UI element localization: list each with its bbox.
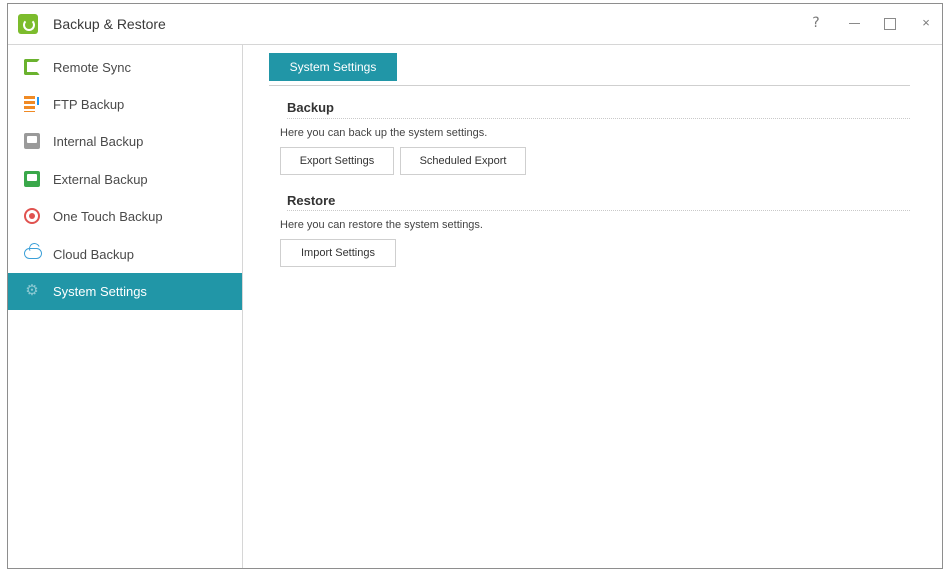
sidebar-item-ftp-backup[interactable]: FTP Backup [8, 86, 242, 123]
remote-sync-icon [24, 59, 40, 75]
sidebar-item-label: One Touch Backup [53, 209, 163, 224]
ftp-backup-icon [24, 96, 35, 112]
scheduled-export-button[interactable]: Scheduled Export [400, 147, 526, 175]
sidebar-item-label: External Backup [53, 172, 148, 187]
gear-icon: ⚙ [25, 282, 39, 299]
restore-section-title: Restore [287, 193, 336, 208]
sidebar-item-label: Remote Sync [53, 60, 132, 75]
backup-restore-app-icon [18, 14, 38, 34]
internal-backup-icon [24, 133, 40, 149]
sidebar: Remote Sync FTP Backup Internal Backup E… [8, 45, 243, 568]
sidebar-item-label: FTP Backup [53, 97, 125, 112]
window-title: Backup & Restore [53, 16, 166, 32]
minimize-button[interactable] [844, 12, 866, 34]
backup-section-title: Backup [287, 100, 334, 115]
sidebar-item-one-touch-backup[interactable]: One Touch Backup [8, 198, 242, 235]
restore-section-divider [287, 210, 910, 211]
tab-divider [269, 85, 910, 86]
restore-description: Here you can restore the system settings… [280, 219, 483, 231]
sidebar-item-label: Internal Backup [53, 134, 144, 149]
main-content: System Settings Backup Here you can back… [244, 45, 942, 568]
ftp-arrow-icon [37, 97, 43, 105]
backup-section-divider [287, 118, 910, 119]
sidebar-item-label: Cloud Backup [53, 247, 134, 262]
help-button[interactable]: ? [805, 12, 827, 34]
tab-system-settings[interactable]: System Settings [269, 53, 397, 81]
cloud-backup-icon [24, 248, 42, 259]
import-settings-button[interactable]: Import Settings [280, 239, 396, 267]
maximize-button[interactable] [878, 12, 900, 34]
one-touch-backup-icon [24, 208, 40, 224]
sidebar-item-label: System Settings [53, 284, 147, 299]
sidebar-item-remote-sync[interactable]: Remote Sync [8, 49, 242, 86]
backup-description: Here you can back up the system settings… [280, 127, 488, 139]
sidebar-item-internal-backup[interactable]: Internal Backup [8, 123, 242, 160]
sidebar-item-external-backup[interactable]: External Backup [8, 161, 242, 198]
sidebar-item-cloud-backup[interactable]: Cloud Backup [8, 236, 242, 273]
external-backup-icon [24, 171, 40, 187]
backup-restore-window: Backup & Restore ? × Remote Sync FTP Bac… [7, 3, 943, 569]
close-button[interactable]: × [915, 12, 937, 34]
sidebar-item-system-settings[interactable]: ⚙ System Settings [8, 273, 242, 310]
title-bar: Backup & Restore ? × [8, 4, 942, 45]
export-settings-button[interactable]: Export Settings [280, 147, 394, 175]
